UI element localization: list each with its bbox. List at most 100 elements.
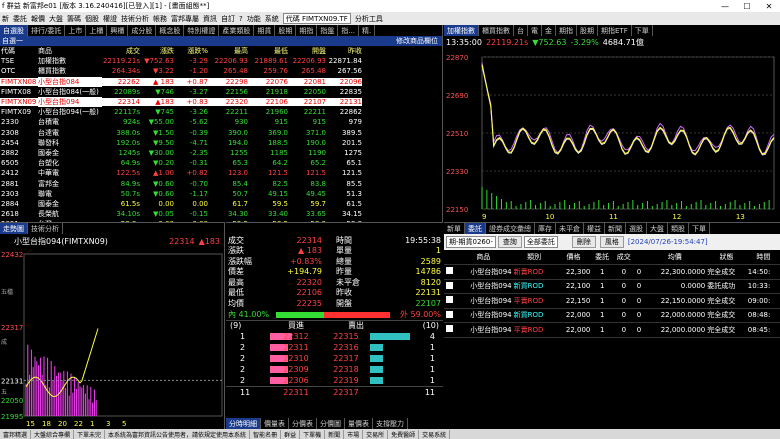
tick-chart[interactable]: 22432 22317 22131 22050 21995 五檔成五 15 18 20 22 1 3 5… bbox=[0, 248, 225, 429]
tab-item[interactable]: 期指ETF bbox=[598, 25, 632, 36]
checkbox-icon[interactable] bbox=[445, 325, 453, 333]
menu-item[interactable]: ? bbox=[237, 15, 245, 23]
checkbox-icon[interactable] bbox=[445, 310, 453, 318]
quote-row[interactable]: 2454 聯發科 192.0s ▼9.50 -4.71 194.0 188.5 190.0 20… bbox=[0, 138, 442, 148]
tab-item[interactable]: 期貨 bbox=[254, 25, 276, 36]
tab-item[interactable]: 指... bbox=[338, 25, 360, 36]
status-item[interactable]: 下單未完 bbox=[74, 429, 106, 439]
status-item[interactable]: 交易系統 bbox=[419, 429, 451, 439]
order-checkbox[interactable] bbox=[444, 279, 454, 294]
column-header[interactable]: 代碼 bbox=[0, 46, 38, 56]
tab-item[interactable]: 委託 bbox=[465, 223, 486, 234]
status-item[interactable]: 富邦精選 bbox=[0, 429, 32, 439]
checkbox-icon[interactable] bbox=[445, 267, 453, 275]
tab-item[interactable]: 分價表 bbox=[289, 418, 317, 429]
menu-item[interactable]: 自訂 bbox=[219, 14, 237, 24]
tab-item[interactable]: 指盤 bbox=[317, 25, 339, 36]
tab-item[interactable]: 上市 bbox=[65, 25, 87, 36]
quote-row[interactable]: FIMTX08 小型台指084(一般) 22089s ▼746 -3.27 22156 21… bbox=[0, 87, 442, 97]
tab-item[interactable]: 精. bbox=[359, 25, 376, 36]
quote-row[interactable]: 2330 台積電 924s ▼55.00 -5.62 930 915 915 979 bbox=[0, 117, 442, 127]
tab-item[interactable]: 下單 bbox=[689, 223, 710, 234]
quote-row[interactable]: FIMTXN09 小型台指094 22314 ▲183 +0.83 22320 22106 2… bbox=[0, 97, 442, 108]
order-column-header[interactable]: 成交 bbox=[612, 250, 635, 265]
tab-item[interactable]: 類股 bbox=[668, 223, 689, 234]
column-header[interactable]: 漲跌% bbox=[174, 46, 208, 56]
order-checkbox[interactable] bbox=[444, 293, 454, 309]
quote-row[interactable]: TSE 加權指數 22119.21s ▼752.63 -3.29 22206.93 2188… bbox=[0, 56, 442, 66]
tab-item[interactable]: 分價圖 bbox=[317, 418, 345, 429]
minimize-button[interactable]: — bbox=[714, 2, 736, 11]
quote-row[interactable]: 2303 聯電 50.7s ▼0.60 -1.17 50.7 49.15 49.45 51.3 bbox=[0, 189, 442, 199]
order-column-header[interactable]: 委託 bbox=[591, 250, 613, 265]
status-item[interactable]: 本系統為富邦資訊公告使用者，請依規定使用本系統 bbox=[105, 429, 251, 439]
tab-item[interactable]: 技術分析 bbox=[28, 223, 63, 234]
order-column-header[interactable]: 類別 bbox=[512, 250, 556, 265]
quote-row[interactable]: 2308 台達電 388.0s ▼1.50 -0.39 390.0 369.0 371.0 38… bbox=[0, 128, 442, 138]
tab-item[interactable]: 上櫃 bbox=[86, 25, 108, 36]
book-row[interactable]: 2 22311 22316 1 bbox=[226, 342, 443, 353]
menu-item[interactable]: 個股 bbox=[83, 14, 101, 24]
symbol-code-input[interactable]: 代碼 FIMTXN09.TF bbox=[282, 13, 351, 24]
column-header[interactable]: 昨收 bbox=[326, 46, 362, 56]
menu-item[interactable]: 委託 bbox=[11, 14, 29, 24]
menu-item[interactable]: 新 bbox=[0, 14, 11, 24]
tab-item[interactable]: 概念股 bbox=[156, 25, 185, 36]
tab-item[interactable]: 台 bbox=[514, 25, 528, 36]
order-row[interactable]: 小型台指094 平賣ROD 22,150 1 0 0 22,150.0000 完全成交 09:0… bbox=[444, 293, 780, 309]
tab-item[interactable]: 支撐壓力 bbox=[373, 418, 408, 429]
order-column-header[interactable]: 價格 bbox=[555, 250, 592, 265]
status-item[interactable]: 智能名冊 bbox=[250, 429, 282, 439]
style-button[interactable]: 風格 bbox=[599, 236, 624, 248]
menu-item[interactable]: 富邦專屬 bbox=[169, 14, 201, 24]
quote-row[interactable]: 2412 中華電 122.5s ▲1.00 +0.82 123.0 121.5 121.5 12… bbox=[0, 168, 442, 178]
menu-item[interactable]: 籌碼 bbox=[65, 14, 83, 24]
tab-item[interactable]: 排行/委託 bbox=[28, 25, 66, 36]
maximize-button[interactable]: ☐ bbox=[736, 2, 758, 11]
menu-item[interactable]: 資訊 bbox=[201, 14, 219, 24]
quote-row[interactable]: 2881 富邦金 84.9s ▼0.60 -0.70 85.4 82.5 83.8 85.5 bbox=[0, 178, 442, 188]
tab-item[interactable]: 成分股 bbox=[128, 25, 157, 36]
book-row[interactable]: 2 22306 22319 1 bbox=[226, 375, 443, 386]
order-column-header[interactable]: 商品 bbox=[454, 250, 513, 265]
tab-item[interactable]: 櫃買指數 bbox=[479, 25, 514, 36]
book-row[interactable]: 1 22312 22315 4 bbox=[226, 331, 443, 342]
tab-item[interactable]: 分時明細 bbox=[226, 418, 261, 429]
column-header[interactable]: 漲跌 bbox=[140, 46, 174, 56]
order-checkbox[interactable] bbox=[444, 308, 454, 323]
quote-row[interactable]: OTC 櫃買指數 264.34s ▼3.22 -1.20 265.48 259.76 265.… bbox=[0, 66, 442, 76]
query-button[interactable]: 查詢 bbox=[497, 236, 522, 248]
status-item[interactable]: 大盤綜合專欄 bbox=[31, 429, 75, 439]
order-row[interactable]: 小型台指094 新買ROD 22,000 1 0 0 22,000.0000 完全成交 08:4… bbox=[444, 308, 780, 323]
index-chart[interactable]: 22870 22690 22510 22330 22150 9 10 11 12 13 bbox=[444, 49, 780, 222]
menu-item[interactable]: 報價 bbox=[29, 14, 47, 24]
menu-item[interactable]: 技術分析 bbox=[119, 14, 151, 24]
delete-button[interactable]: 刪除 bbox=[571, 236, 596, 248]
order-row[interactable]: 小型台指094 新買ROD 22,100 1 0 0 0.0000 委託成功 10:33: bbox=[444, 279, 780, 294]
book-row[interactable]: 2 22310 22317 1 bbox=[226, 353, 443, 364]
order-column-header[interactable] bbox=[634, 250, 644, 265]
account-select[interactable]: 期-期貨0260- bbox=[446, 236, 496, 248]
book-row[interactable]: 2 22309 22318 1 bbox=[226, 364, 443, 375]
tab-item[interactable]: 加權指數 bbox=[444, 25, 479, 36]
status-item[interactable]: 市場 bbox=[344, 429, 364, 439]
tab-item[interactable]: 量價表 bbox=[345, 418, 373, 429]
tab-item[interactable]: 下單 bbox=[632, 25, 653, 36]
tab-item[interactable]: 新聞 bbox=[605, 223, 626, 234]
order-row[interactable]: 小型台指094 平賣ROD 22,000 1 0 0 22,000.0000 完全成交 08:4… bbox=[444, 322, 780, 338]
tab-item[interactable]: 選股 bbox=[626, 223, 647, 234]
order-checkbox[interactable] bbox=[444, 322, 454, 338]
tab-item[interactable]: 興櫃 bbox=[107, 25, 129, 36]
order-row[interactable]: 小型台指094 新賣ROD 22,300 1 0 0 22,300.0000 完全成交 14:5… bbox=[444, 264, 780, 280]
tab-item[interactable]: 電 bbox=[528, 25, 542, 36]
tab-item[interactable]: 庫存 bbox=[535, 223, 556, 234]
order-column-header[interactable]: 均價 bbox=[643, 250, 707, 265]
menu-item[interactable]: 功能 bbox=[245, 14, 263, 24]
quote-row[interactable]: 2618 長榮航 34.10s ▼0.05 -0.15 34.30 33.40 33.65 34… bbox=[0, 209, 442, 219]
column-header[interactable]: 商品 bbox=[38, 46, 102, 56]
status-item[interactable]: 新聞 bbox=[325, 429, 345, 439]
tab-item[interactable]: 期指 bbox=[556, 25, 577, 36]
column-header[interactable]: 成交 bbox=[102, 46, 140, 56]
status-item[interactable]: 交易所 bbox=[363, 429, 389, 439]
tab-item[interactable]: 特別權證 bbox=[184, 25, 220, 36]
